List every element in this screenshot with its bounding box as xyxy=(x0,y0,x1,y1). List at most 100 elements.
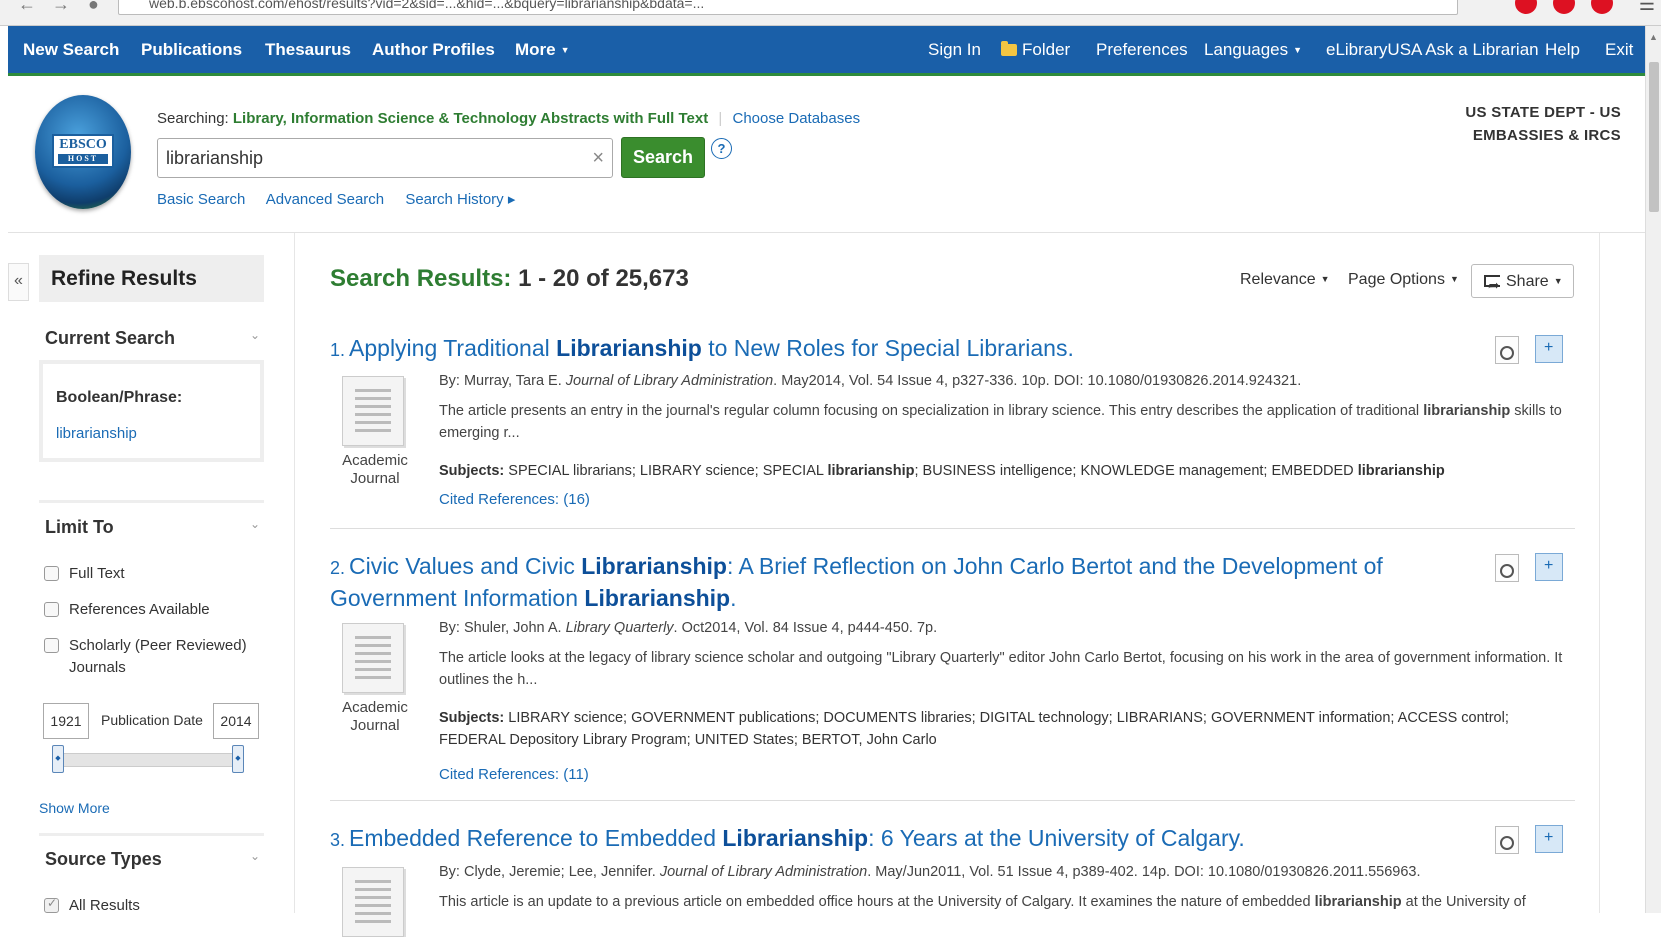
limit-to-heading[interactable]: Limit To ⌄ xyxy=(39,517,264,538)
title-highlight: Librarianship xyxy=(581,553,727,579)
nav-more[interactable]: More ▼ xyxy=(515,26,570,73)
database-name: Library, Information Science & Technolog… xyxy=(232,110,709,127)
slider-handle-end[interactable]: ◆ xyxy=(232,745,244,773)
searching-line: Searching: Library, Information Science … xyxy=(157,110,860,127)
nav-preferences[interactable]: Preferences xyxy=(1096,26,1188,73)
results-heading-label: Search Results: xyxy=(330,265,512,292)
ebscohost-logo[interactable]: EBSCO HOST xyxy=(35,95,131,209)
title-part: : 6 Years at the University of Calgary. xyxy=(868,825,1245,851)
cited-references-link[interactable]: Cited References: (16) xyxy=(439,491,590,508)
browser-menu-icon[interactable]: ☰ xyxy=(1639,0,1655,15)
back-icon[interactable]: ← xyxy=(18,0,36,15)
subjects-highlight: librarianship xyxy=(1357,463,1445,479)
result-byline: By: Clyde, Jeremie; Lee, Jennifer. Journ… xyxy=(439,864,1421,880)
title-highlight: Librarianship xyxy=(556,335,702,361)
share-button[interactable]: Share ▼ xyxy=(1471,264,1574,301)
choose-databases-link[interactable]: Choose Databases xyxy=(733,110,861,127)
source-types-heading[interactable]: Source Types ⌄ xyxy=(39,849,264,870)
search-button[interactable]: Search xyxy=(621,137,705,178)
year-from-input[interactable]: 1921 xyxy=(43,703,89,739)
extension-icon[interactable] xyxy=(1591,0,1613,14)
clear-search-icon[interactable]: × xyxy=(592,139,604,177)
scroll-up-arrow-icon[interactable]: ▲ xyxy=(1649,32,1658,42)
sort-relevance-dropdown[interactable]: Relevance ▼ xyxy=(1240,271,1330,289)
extension-icon[interactable] xyxy=(1515,0,1537,14)
preview-icon[interactable] xyxy=(1495,554,1519,582)
nav-folder[interactable]: Folder xyxy=(1001,26,1070,73)
add-to-folder-icon[interactable] xyxy=(1535,825,1563,853)
scholarly-checkbox[interactable] xyxy=(44,638,59,653)
show-more-link[interactable]: Show More xyxy=(39,800,110,816)
references-available-checkbox[interactable] xyxy=(44,602,59,617)
result-byline: By: Murray, Tara E. Journal of Library A… xyxy=(439,373,1301,389)
result-title[interactable]: 3. Embedded Reference to Embedded Librari… xyxy=(330,823,1470,855)
subjects-part: LIBRARY science; GOVERNMENT publications… xyxy=(439,710,1509,748)
title-part: Embedded Reference to Embedded xyxy=(349,825,723,851)
current-search-heading[interactable]: Current Search ⌄ xyxy=(39,328,264,349)
result-title[interactable]: 1. Applying Traditional Librarianship to … xyxy=(330,333,1470,365)
browser-chrome: ← → ● web.b.ebscohost.com/ehost/results?… xyxy=(0,0,1661,26)
byline-journal: Journal of Library Administration xyxy=(659,864,868,880)
logo-text-ebsco: EBSCO xyxy=(59,137,107,152)
nav-elibraryusa[interactable]: eLibraryUSA Ask a Librarian xyxy=(1326,26,1539,73)
results-heading: Search Results: 1 - 20 of 25,673 xyxy=(330,265,689,293)
nav-new-search[interactable]: New Search xyxy=(23,26,119,73)
title-highlight: Librarianship xyxy=(722,825,869,851)
search-history-link[interactable]: Search History ▸ xyxy=(405,191,515,208)
preview-icon[interactable] xyxy=(1495,826,1519,854)
preview-icon[interactable] xyxy=(1495,336,1519,364)
nav-publications[interactable]: Publications xyxy=(141,26,242,73)
caret-down-icon: ▼ xyxy=(1449,274,1459,284)
result-subjects: Subjects: LIBRARY science; GOVERNMENT pu… xyxy=(439,707,1575,751)
result-divider xyxy=(330,528,1575,529)
result-actions xyxy=(1495,335,1575,366)
byline-author: By: Clyde, Jeremie; Lee, Jennifer. xyxy=(439,864,660,880)
help-icon[interactable]: ? xyxy=(711,138,732,159)
result-number: 1. xyxy=(330,340,346,360)
nav-thesaurus[interactable]: Thesaurus xyxy=(265,26,351,73)
abstract-highlight: librarianship xyxy=(1423,403,1511,419)
address-bar[interactable]: web.b.ebscohost.com/ehost/results?vid=2&… xyxy=(118,0,1458,15)
all-results-checkbox[interactable] xyxy=(44,896,59,913)
page-options-dropdown[interactable]: Page Options ▼ xyxy=(1348,271,1459,289)
slider-handle-start[interactable]: ◆ xyxy=(52,745,64,773)
add-to-folder-icon[interactable] xyxy=(1535,553,1563,581)
page-scrollbar[interactable]: ▲ xyxy=(1645,26,1661,913)
caret-down-icon: ▼ xyxy=(1320,274,1330,284)
publication-date-slider[interactable] xyxy=(55,753,242,767)
full-text-checkbox[interactable] xyxy=(44,566,59,581)
basic-search-link[interactable]: Basic Search xyxy=(157,191,245,208)
result-item: 1. Applying Traditional Librarianship to … xyxy=(330,333,1575,533)
chevron-down-icon[interactable]: ⌄ xyxy=(250,328,260,342)
result-title[interactable]: 2. Civic Values and Civic Librarianship: … xyxy=(330,551,1470,613)
sidebar-divider xyxy=(39,500,264,503)
result-byline: By: Shuler, John A. Library Quarterly. O… xyxy=(439,620,937,636)
forward-icon[interactable]: → xyxy=(52,0,70,15)
chevron-down-icon[interactable]: ⌄ xyxy=(250,517,260,531)
share-label: Share xyxy=(1506,273,1549,290)
year-to-input[interactable]: 2014 xyxy=(213,703,259,739)
institution-line-2: EMBASSIES & IRCS xyxy=(1472,127,1621,144)
searching-label: Searching: xyxy=(157,110,229,127)
nav-folder-label: Folder xyxy=(1022,40,1071,59)
extension-icon[interactable] xyxy=(1553,0,1575,14)
advanced-search-link[interactable]: Advanced Search xyxy=(266,191,384,208)
cited-references-link[interactable]: Cited References: (11) xyxy=(439,766,589,783)
collapse-sidebar-button[interactable]: « xyxy=(8,263,29,301)
search-input[interactable]: librarianship × xyxy=(157,138,613,178)
subjects-part: ; BUSINESS intelligence; KNOWLEDGE manag… xyxy=(914,463,1358,479)
nav-exit[interactable]: Exit xyxy=(1605,26,1633,73)
chevron-down-icon[interactable]: ⌄ xyxy=(250,849,260,863)
institution-name: US STATE DEPT - US EMBASSIES & IRCS xyxy=(1381,101,1621,147)
nav-sign-in[interactable]: Sign In xyxy=(928,26,981,73)
nav-help[interactable]: Help xyxy=(1545,26,1580,73)
scrollbar-thumb[interactable] xyxy=(1649,62,1659,212)
all-results-label: All Results xyxy=(69,897,140,914)
reload-icon[interactable]: ● xyxy=(88,0,99,15)
nav-author-profiles[interactable]: Author Profiles xyxy=(372,26,495,73)
current-search-term-link[interactable]: librarianship xyxy=(56,425,137,442)
add-to-folder-icon[interactable] xyxy=(1535,335,1563,363)
subjects-part: SPECIAL librarians; LIBRARY science; SPE… xyxy=(504,463,828,479)
nav-languages[interactable]: Languages ▼ xyxy=(1204,26,1302,73)
top-navigation: New Search Publications Thesaurus Author… xyxy=(8,26,1645,76)
